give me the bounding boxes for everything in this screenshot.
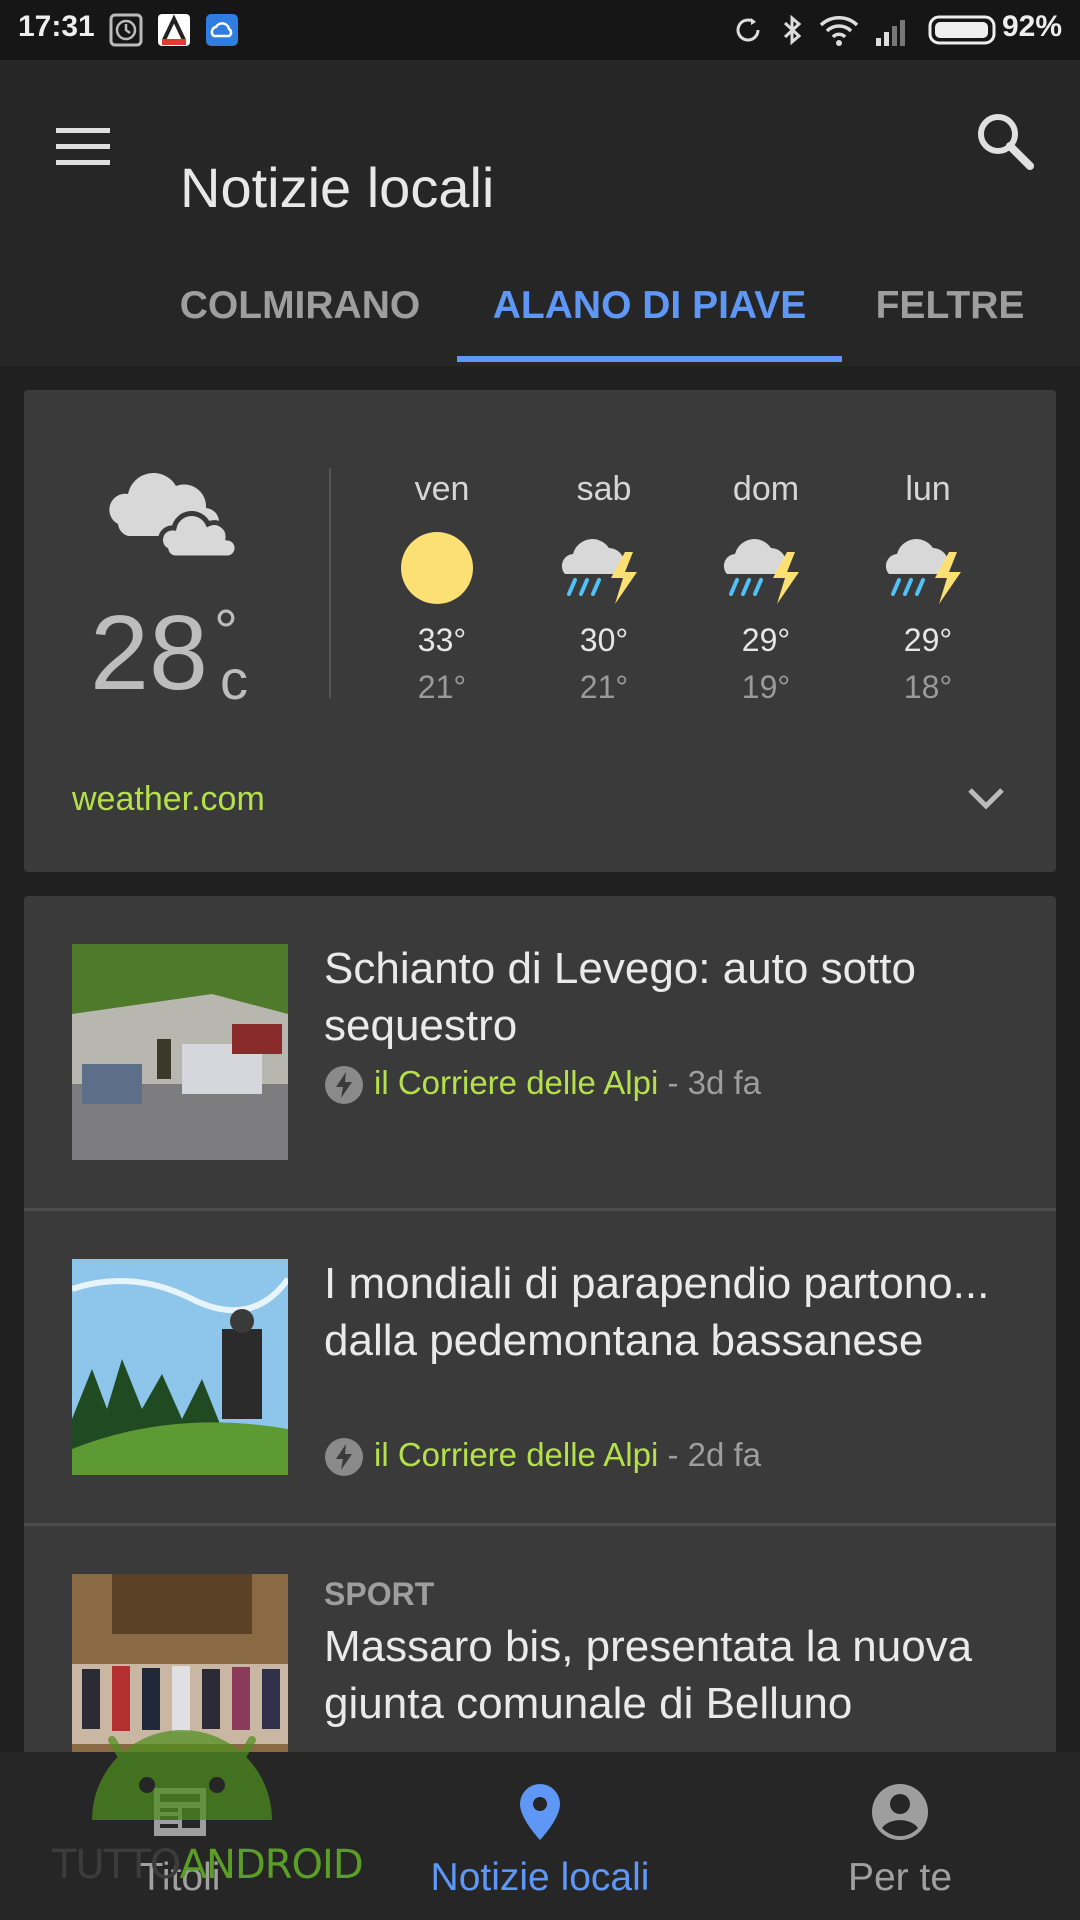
search-icon[interactable]	[970, 106, 1040, 176]
news-category: SPORT	[324, 1576, 435, 1612]
news-source[interactable]: il Corriere delle Alpi	[374, 1064, 658, 1101]
thunderstorm-icon	[723, 539, 799, 604]
forecast-high: 33°	[417, 622, 467, 658]
menu-icon[interactable]	[48, 112, 118, 182]
watermark-text-part1: TUTTO	[52, 1842, 181, 1888]
chevron-down-icon[interactable]	[962, 778, 1010, 818]
weather-card[interactable]: 28 ° c ven 33° 21° sab 30° 21° dom 29° 1…	[24, 390, 1056, 872]
news-headline[interactable]: I mondiali di parapendio partono... dall…	[324, 1255, 1024, 1369]
tab-alano-di-piave[interactable]: ALANO DI PIAVE	[457, 270, 842, 366]
news-item[interactable]: I mondiali di parapendio partono... dall…	[24, 1211, 1056, 1523]
status-bar: 17:31 92%	[0, 0, 1080, 60]
amp-lightning-icon	[325, 1438, 363, 1477]
page-title: Notizie locali	[180, 156, 495, 219]
tab-feltre[interactable]: FELTRE	[860, 270, 1040, 366]
forecast-low: 21°	[417, 669, 467, 705]
weather-source-link[interactable]: weather.com	[72, 780, 265, 819]
forecast-day: dom 29° 19°	[696, 470, 836, 706]
forecast-high: 29°	[741, 622, 791, 658]
forecast-day-name: ven	[414, 470, 470, 508]
signal-icon	[876, 20, 905, 46]
watermark-text-part2: ANDROID	[179, 1842, 364, 1888]
current-temperature: 28	[90, 594, 208, 712]
forecast-day-name: dom	[732, 470, 800, 508]
sun-icon	[401, 532, 473, 604]
news-meta: il Corriere delle Alpi - 2d fa	[324, 1436, 761, 1477]
forecast-low: 21°	[579, 669, 629, 705]
news-headline[interactable]: Schianto di Levego: auto sotto sequestro	[324, 940, 1024, 1054]
nav-label: Per te	[847, 1856, 953, 1899]
watermark-text: TUTTOANDROID	[52, 1842, 364, 1888]
sync-icon	[736, 18, 760, 42]
bluetooth-icon	[783, 14, 802, 46]
location-tabs: COLMIRANO ALANO DI PIAVE FELTRE	[0, 270, 1080, 366]
app-a-icon	[158, 14, 190, 46]
forecast-day-name: sab	[576, 470, 632, 508]
alarm-icon	[109, 13, 143, 47]
app-bar: Notizie locali COLMIRANO ALANO DI PIAVE …	[0, 60, 1080, 366]
forecast-day: sab 30° 21°	[534, 470, 674, 706]
news-age: - 2d fa	[667, 1436, 762, 1473]
current-temperature-unit: c	[220, 648, 248, 711]
weather-divider	[329, 468, 331, 698]
tab-indicator	[457, 356, 842, 362]
thunderstorm-icon	[885, 539, 961, 604]
cloud-icon	[206, 14, 238, 46]
forecast-low: 19°	[741, 669, 791, 705]
news-meta: il Corriere delle Alpi - 3d fa	[324, 1064, 761, 1105]
battery-icon	[928, 15, 996, 45]
news-source[interactable]: il Corriere delle Alpi	[374, 1436, 658, 1473]
news-headline[interactable]: Massaro bis, presentata la nuova giunta …	[324, 1618, 1024, 1732]
nav-notizie-locali[interactable]: Notizie locali	[360, 1752, 720, 1920]
forecast-day: lun 29° 18°	[858, 470, 998, 706]
news-age: - 3d fa	[667, 1064, 762, 1101]
battery-percent: 92%	[1001, 10, 1062, 43]
news-thumbnail-image	[72, 1259, 288, 1475]
forecast-day-name: lun	[905, 470, 951, 508]
news-thumbnail-image	[72, 944, 288, 1160]
account-circle-icon	[872, 1784, 928, 1840]
wifi-icon	[819, 16, 859, 46]
location-pin-icon	[520, 1784, 560, 1840]
forecast-day: ven 33° 21°	[372, 470, 512, 706]
nav-label: Notizie locali	[430, 1856, 650, 1899]
tab-colmirano[interactable]: COLMIRANO	[140, 270, 460, 366]
news-item[interactable]: Schianto di Levego: auto sotto sequestro…	[24, 896, 1056, 1208]
forecast-high: 30°	[579, 622, 629, 658]
amp-lightning-icon	[325, 1066, 363, 1105]
status-time: 17:31	[18, 10, 95, 43]
forecast-low: 18°	[903, 669, 953, 705]
forecast-high: 29°	[903, 622, 953, 658]
thunderstorm-icon	[561, 539, 637, 604]
cloudy-icon	[109, 473, 240, 560]
nav-per-te[interactable]: Per te	[720, 1752, 1080, 1920]
